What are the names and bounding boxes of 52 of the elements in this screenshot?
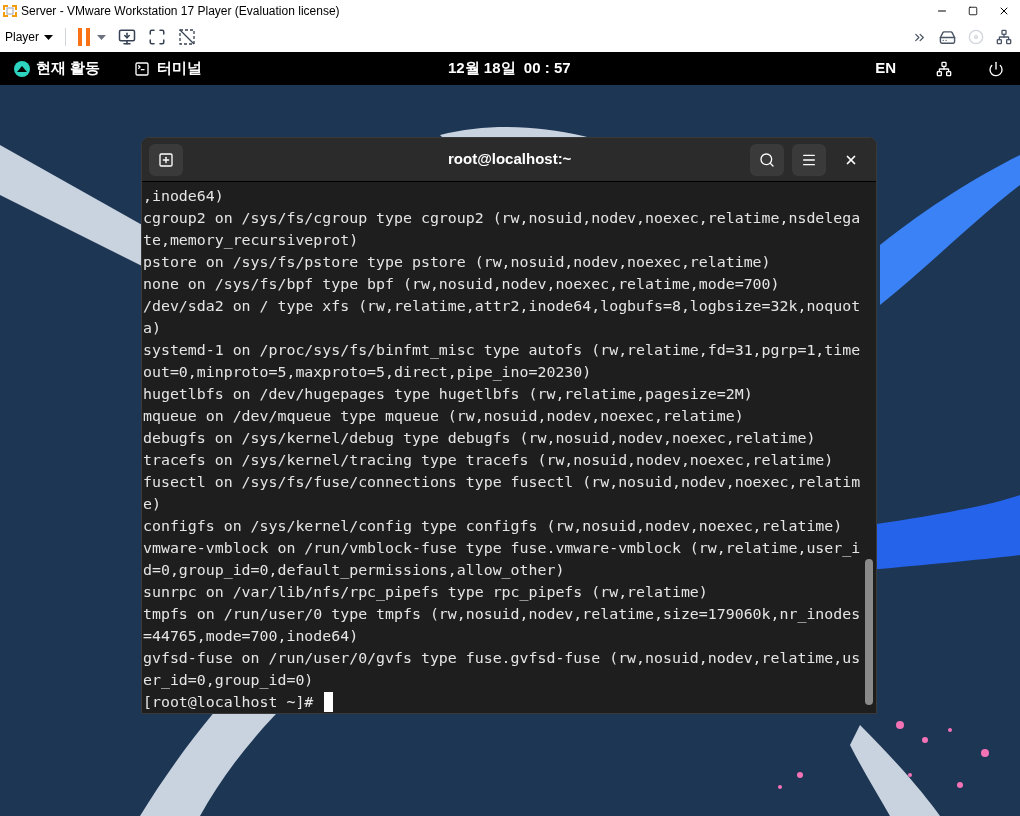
- terminal-line: tmpfs on /run/user/0 type tmpfs (rw,nosuid,nodev,relatime,size=179060k,nr_inodes: [143, 604, 861, 625]
- terminal-icon: [134, 60, 151, 77]
- terminal-line: systemd-1 on /proc/sys/fs/binfmt_misc type autofs (rw,relatime,fd=31,pgrp=1,time: [143, 340, 861, 361]
- terminal-line: configfs on /sys/kernel/config type configfs (rw,nosuid,nodev,noexec,relatime): [143, 516, 843, 537]
- language-indicator[interactable]: EN: [875, 57, 896, 80]
- pause-icon[interactable]: [78, 28, 90, 46]
- terminal-line: gvfsd-fuse on /run/user/0/gvfs type fuse.gvfsd-fuse (rw,nosuid,nodev,relatime,us: [143, 648, 861, 669]
- search-icon: [759, 151, 775, 168]
- network-adapter-icon[interactable]: [996, 29, 1012, 45]
- terminal-line: debugfs on /sys/kernel/debug type debugfs (rw,nosuid,nodev,noexec,relatime): [143, 428, 816, 449]
- search-button[interactable]: [750, 143, 784, 176]
- clock[interactable]: 12월 18일 00 : 57: [448, 57, 571, 80]
- terminal-line: d=0,group_id=0,default_permissions,allow_other): [143, 560, 565, 581]
- new-tab-icon: [158, 151, 174, 168]
- close-icon[interactable]: [998, 5, 1010, 17]
- terminal-line: e): [143, 494, 161, 515]
- activities-button[interactable]: 현재 활동: [14, 57, 101, 80]
- terminal-line: ,inode64): [143, 186, 224, 207]
- terminal-line: pstore on /sys/fs/pstore type pstore (rw,nosuid,nodev,noexec,relatime): [143, 252, 771, 273]
- terminal-line: fusectl on /sys/fs/fuse/connections type fusectl (rw,nosuid,nodev,noexec,relatim: [143, 472, 861, 493]
- maximize-icon[interactable]: [968, 6, 978, 16]
- scrollbar-thumb[interactable]: [865, 559, 873, 705]
- terminal-line: tracefs on /sys/kernel/tracing type tracefs (rw,nosuid,nodev,noexec,relatime): [143, 450, 834, 471]
- unity-icon[interactable]: [178, 28, 196, 46]
- power-icon[interactable]: [988, 60, 1004, 77]
- text-cursor: [324, 692, 334, 712]
- logo-icon: [14, 60, 30, 77]
- menu-button[interactable]: [792, 143, 826, 176]
- app-logo-icon: [2, 3, 18, 19]
- terminal-title: root@localhost:~: [448, 149, 572, 170]
- terminal-line: =44765,mode=700,inode64): [143, 626, 359, 647]
- terminal-line: none on /sys/fs/bpf type bpf (rw,nosuid,nodev,noexec,relatime,mode=700): [143, 274, 780, 295]
- terminal-line: hugetlbfs on /dev/hugepages type hugetlbfs (rw,relatime,pagesize=2M): [143, 384, 753, 405]
- terminal-line: er_id=0,group_id=0): [143, 670, 314, 691]
- terminal-line: /dev/sda2 on / type xfs (rw,relatime,attr2,inode64,logbufs=8,logbsize=32k,noquot: [143, 296, 861, 317]
- terminal-line: a): [143, 318, 161, 339]
- terminal-line: sunrpc on /var/lib/nfs/rpc_pipefs type rpc_pipefs (rw,relatime): [143, 582, 708, 603]
- terminal-line: mqueue on /dev/mqueue type mqueue (rw,nosuid,nodev,noexec,relatime): [143, 406, 744, 427]
- caret-icon: [44, 34, 53, 40]
- terminal-line: te,memory_recursiveprot): [143, 230, 359, 251]
- player-menu[interactable]: Player: [5, 28, 53, 46]
- caret-icon[interactable]: [97, 34, 106, 40]
- fullscreen-icon[interactable]: [148, 28, 166, 46]
- new-tab-button[interactable]: [149, 143, 183, 176]
- terminal-line: vmware-vmblock on /run/vmblock-fuse type fuse.vmware-vmblock (rw,relatime,user_i: [143, 538, 861, 559]
- terminal-line: out=0,minproto=5,maxproto=5,direct,pipe_ino=20230): [143, 362, 592, 383]
- app-menu[interactable]: 터미널: [134, 57, 203, 80]
- terminal-line: cgroup2 on /sys/fs/cgroup type cgroup2 (rw,nosuid,nodev,noexec,relatime,nsdelega: [143, 208, 861, 229]
- window-title: Server - VMware Workstation 17 Player (Evaluation license): [21, 3, 340, 20]
- send-keys-icon[interactable]: [118, 28, 136, 46]
- network-icon[interactable]: [936, 60, 952, 77]
- shell-prompt: [root@localhost ~]#: [143, 692, 314, 713]
